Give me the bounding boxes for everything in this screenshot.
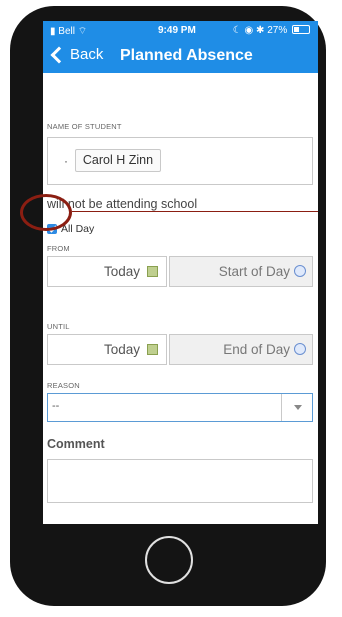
- moon-icon: ☾: [232, 25, 242, 36]
- all-day-label: All Day: [61, 223, 95, 235]
- phone-screen: ▮ Bell ⌔ 9:49 PM ☾ ◉ ✱ 27% Back Planned …: [43, 21, 318, 524]
- clock-icon[interactable]: [294, 265, 306, 277]
- reason-label: REASON: [47, 381, 80, 390]
- status-carrier: ▮ Bell ⌔: [50, 25, 87, 38]
- until-time-value: End of Day: [223, 342, 290, 357]
- from-label: FROM: [47, 244, 70, 253]
- annotation-line: [72, 211, 318, 212]
- bluetooth-icon: ✱: [256, 25, 265, 36]
- alarm-icon: ◉: [244, 25, 254, 36]
- chevron-left-icon: [50, 46, 68, 63]
- wifi-icon: ⌔: [77, 26, 88, 37]
- signal-icon: ▮: [50, 26, 56, 37]
- calendar-icon[interactable]: [147, 266, 158, 277]
- comment-label: Comment: [47, 437, 105, 451]
- carrier-label: Bell: [58, 26, 75, 37]
- until-date-value: Today: [103, 342, 140, 357]
- student-label: NAME OF STUDENT: [47, 122, 122, 131]
- chevron-down-icon[interactable]: [294, 405, 302, 410]
- home-button[interactable]: [145, 536, 193, 584]
- comment-input[interactable]: [47, 459, 313, 503]
- from-date-field[interactable]: Today: [47, 256, 167, 287]
- bullet-icon: ·: [64, 154, 68, 168]
- annotation-circle: [20, 194, 72, 231]
- from-time-field[interactable]: Start of Day: [169, 256, 313, 287]
- status-bar: ▮ Bell ⌔ 9:49 PM ☾ ◉ ✱ 27%: [43, 21, 318, 39]
- reason-select[interactable]: --: [47, 393, 313, 422]
- battery-percent: 27%: [267, 25, 288, 36]
- status-right: ☾ ◉ ✱ 27%: [233, 25, 310, 36]
- reason-value: --: [52, 400, 60, 412]
- calendar-icon[interactable]: [147, 344, 158, 355]
- clock-icon[interactable]: [294, 343, 306, 355]
- student-field[interactable]: · Carol H Zinn: [47, 137, 313, 185]
- until-time-field[interactable]: End of Day: [169, 334, 313, 365]
- back-label: Back: [70, 46, 104, 63]
- student-name-chip[interactable]: Carol H Zinn: [75, 149, 161, 172]
- battery-icon: [292, 25, 310, 34]
- status-time: 9:49 PM: [158, 25, 196, 36]
- back-button[interactable]: Back: [49, 46, 103, 63]
- until-label: UNTIL: [47, 322, 70, 331]
- page-title: Planned Absence: [120, 47, 253, 64]
- from-date-value: Today: [103, 264, 140, 279]
- from-time-value: Start of Day: [218, 264, 290, 279]
- until-date-field[interactable]: Today: [47, 334, 167, 365]
- nav-bar: Back Planned Absence: [43, 39, 318, 73]
- select-divider: [281, 394, 282, 421]
- phone-frame: ▮ Bell ⌔ 9:49 PM ☾ ◉ ✱ 27% Back Planned …: [10, 6, 326, 606]
